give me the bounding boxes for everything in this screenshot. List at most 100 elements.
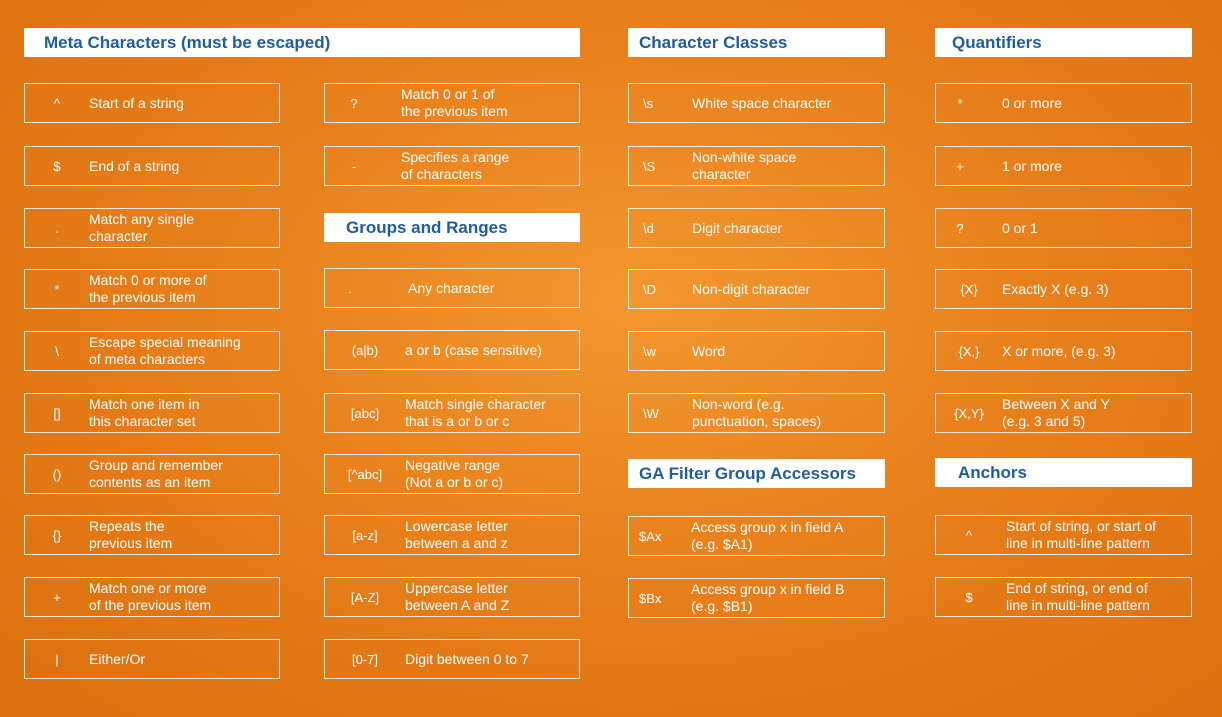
ga-card-field-a: $Ax Access group x in field A (e.g. $A1) <box>628 516 885 556</box>
groups-description: Digit between 0 to 7 <box>405 650 529 667</box>
meta-symbol: | <box>55 651 59 667</box>
meta-description: End of a string <box>89 157 180 174</box>
quantifier-card-zero-or-one: ? 0 or 1 <box>935 208 1192 248</box>
meta-description: Match 0 or more of the previous item <box>89 272 207 305</box>
class-card-word: \w Word <box>628 331 885 371</box>
groups-description: Match single character that is a or b or… <box>405 396 546 429</box>
groups-symbol: [0-7] <box>351 651 378 667</box>
quantifier-symbol: {X,Y} <box>954 405 984 421</box>
meta-symbol: ? <box>350 95 358 111</box>
meta-card-end-of-string: $ End of a string <box>24 146 280 186</box>
meta-symbol: \ <box>55 343 59 359</box>
meta-description: Escape special meaning of meta character… <box>89 334 241 367</box>
anchor-card-start: ^ Start of string, or start of line in m… <box>935 515 1192 555</box>
anchor-description: Start of string, or start of line in mul… <box>1006 518 1157 551</box>
groups-card-any-character: . Any character <box>324 268 580 308</box>
groups-card-lowercase: [a-z] Lowercase letter between a and z <box>324 515 580 555</box>
meta-card-one-or-more: + Match one or more of the previous item <box>24 577 280 617</box>
quantifier-description: Between X and Y (e.g. 3 and 5) <box>1002 396 1110 429</box>
meta-description: Either/Or <box>89 650 146 667</box>
meta-card-character-set: [] Match one item in this character set <box>24 393 280 433</box>
class-description: Word <box>692 342 726 359</box>
meta-description: Match one item in this character set <box>89 396 200 429</box>
meta-description: Specifies a range of characters <box>401 149 510 182</box>
meta-card-start-of-string: ^ Start of a string <box>24 83 280 123</box>
class-symbol: \s <box>643 95 654 111</box>
class-card-whitespace: \s White space character <box>628 83 885 123</box>
quantifier-card-between: {X,Y} Between X and Y (e.g. 3 and 5) <box>935 393 1192 433</box>
meta-symbol: . <box>55 220 59 236</box>
meta-symbol: + <box>53 589 61 605</box>
ga-filter-group-accessors-header: GA Filter Group Accessors <box>628 459 885 488</box>
meta-description: Match any single character <box>89 211 195 244</box>
meta-characters-header: Meta Characters (must be escaped) <box>24 28 580 57</box>
quantifier-description: 0 or more <box>1002 94 1062 111</box>
groups-card-alternation: (a|b) a or b (case sensitive) <box>324 330 580 370</box>
meta-symbol: - <box>351 158 357 174</box>
quantifier-card-zero-or-more: * 0 or more <box>935 83 1192 123</box>
groups-symbol: [A-Z] <box>350 589 380 605</box>
character-classes-header: Character Classes <box>628 28 885 57</box>
page: { "meta": { "header": "Meta Characters (… <box>0 0 1222 717</box>
class-symbol: \S <box>643 158 656 174</box>
quantifier-card-exactly-x: {X} Exactly X (e.g. 3) <box>935 269 1192 309</box>
groups-card-single-character: [abc] Match single character that is a o… <box>324 393 580 433</box>
meta-symbol: {} <box>52 527 62 543</box>
quantifier-symbol: + <box>956 158 964 174</box>
ga-symbol: $Bx <box>639 590 662 606</box>
class-symbol: \w <box>643 343 656 359</box>
groups-symbol: [^abc] <box>347 466 383 482</box>
groups-card-uppercase: [A-Z] Uppercase letter between A and Z <box>324 577 580 617</box>
anchor-description: End of string, or end of line in multi-l… <box>1006 580 1150 613</box>
meta-card-repeats: {} Repeats the previous item <box>24 515 280 555</box>
meta-symbol: ^ <box>53 95 61 111</box>
class-card-digit: \d Digit character <box>628 208 885 248</box>
ga-description: Access group x in field B (e.g. $B1) <box>691 581 845 614</box>
class-symbol: \D <box>643 281 656 297</box>
quantifier-description: 1 or more <box>1002 157 1062 174</box>
groups-card-digit-range: [0-7] Digit between 0 to 7 <box>324 639 580 679</box>
class-description: Non-white space character <box>692 149 797 182</box>
meta-symbol: $ <box>53 158 61 174</box>
meta-description: Repeats the previous item <box>89 518 173 551</box>
groups-symbol: . <box>348 280 352 296</box>
meta-card-group: () Group and remember contents as an ite… <box>24 454 280 494</box>
quantifier-card-one-or-more: + 1 or more <box>935 146 1192 186</box>
groups-description: Uppercase letter between A and Z <box>405 580 510 613</box>
anchors-header: Anchors <box>935 458 1192 487</box>
ga-symbol: $Ax <box>639 528 662 544</box>
class-description: Non-digit character <box>692 280 811 297</box>
meta-description: Start of a string <box>89 94 184 111</box>
groups-symbol: [abc] <box>350 405 380 421</box>
class-description: White space character <box>692 94 832 111</box>
anchor-symbol: ^ <box>965 527 973 543</box>
quantifier-description: Exactly X (e.g. 3) <box>1002 280 1109 297</box>
groups-description: Lowercase letter between a and z <box>405 518 508 551</box>
meta-description: Match one or more of the previous item <box>89 580 212 613</box>
quantifier-symbol: {X,} <box>958 343 980 359</box>
meta-card-range: - Specifies a range of characters <box>324 146 580 186</box>
meta-card-escape: \ Escape special meaning of meta charact… <box>24 331 280 371</box>
ga-card-field-b: $Bx Access group x in field B (e.g. $B1) <box>628 578 885 618</box>
class-symbol: \d <box>643 220 654 236</box>
meta-description: Match 0 or 1 of the previous item <box>401 86 508 119</box>
class-symbol: \W <box>643 405 659 421</box>
quantifier-symbol: ? <box>956 220 964 236</box>
meta-symbol: * <box>54 281 60 297</box>
groups-description: Negative range (Not a or b or c) <box>405 457 504 490</box>
meta-card-zero-or-more: * Match 0 or more of the previous item <box>24 269 280 309</box>
ga-description: Access group x in field A (e.g. $A1) <box>691 519 844 552</box>
groups-card-negative-range: [^abc] Negative range (Not a or b or c) <box>324 454 580 494</box>
meta-symbol: [] <box>53 405 61 421</box>
class-card-non-digit: \D Non-digit character <box>628 269 885 309</box>
groups-symbol: (a|b) <box>351 342 379 358</box>
quantifier-description: X or more, (e.g. 3) <box>1002 342 1116 359</box>
meta-symbol: () <box>52 466 62 482</box>
groups-description: Any character <box>408 279 495 296</box>
anchor-symbol: $ <box>965 589 973 605</box>
quantifiers-header: Quantifiers <box>935 28 1192 57</box>
meta-card-any-single-character: . Match any single character <box>24 208 280 248</box>
class-card-non-whitespace: \S Non-white space character <box>628 146 885 186</box>
class-description: Non-word (e.g. punctuation, spaces) <box>692 396 822 429</box>
quantifier-description: 0 or 1 <box>1002 219 1038 236</box>
